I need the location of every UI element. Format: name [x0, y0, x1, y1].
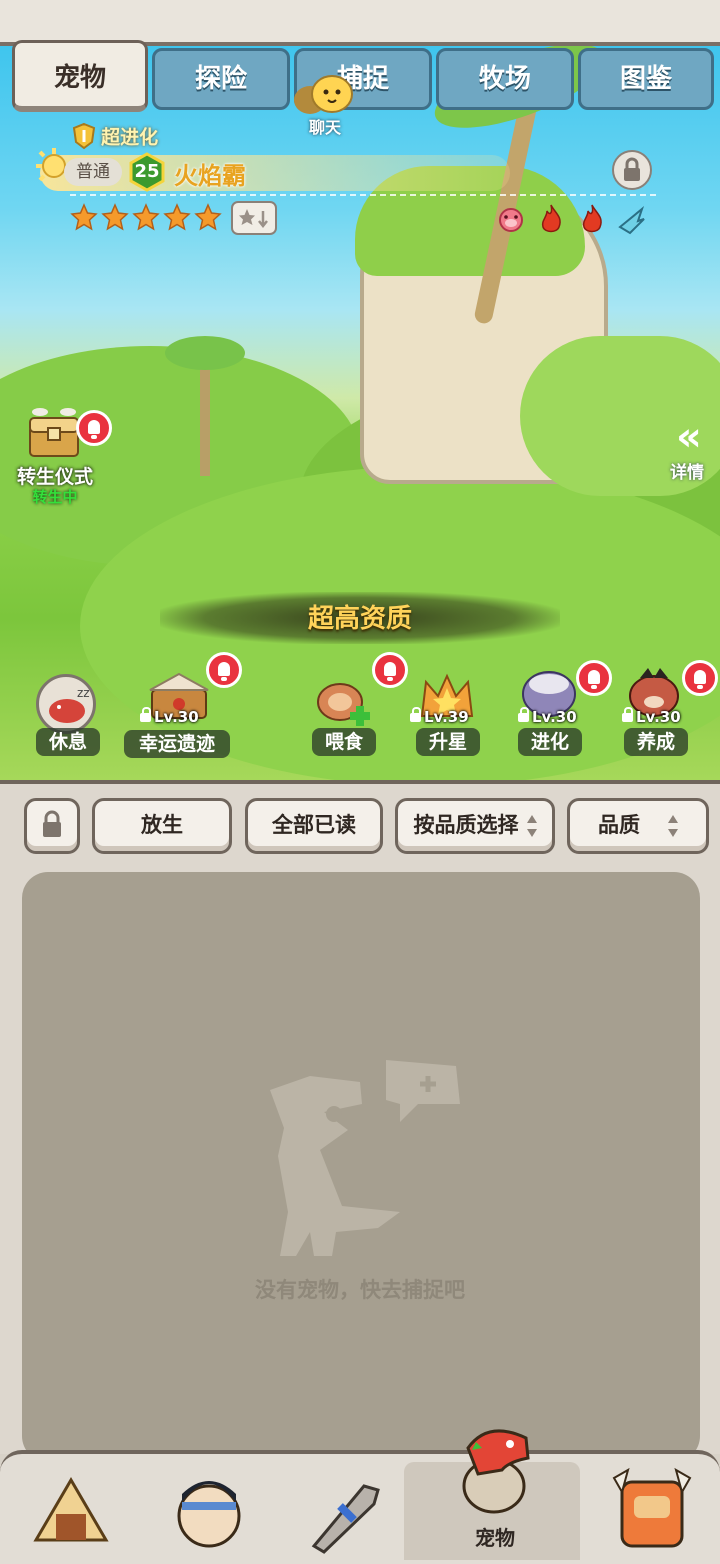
stone-sword-icon	[311, 1484, 380, 1554]
evolve-button[interactable]: Lv.30 进化	[512, 660, 620, 760]
fire-icon	[578, 203, 606, 235]
lock-icon	[624, 157, 640, 181]
shield-icon	[72, 122, 96, 150]
double-chevron-left-icon: «	[676, 414, 702, 460]
rarity-tag: 普通	[64, 158, 122, 186]
star-icon	[163, 203, 191, 231]
star-down-icon	[239, 209, 268, 229]
wind-wing-icon	[616, 205, 646, 235]
star-icon	[194, 203, 222, 231]
level-hexagon: 25	[127, 152, 167, 192]
mark-all-read-button[interactable]: 全部已读	[245, 798, 383, 854]
nav-totem[interactable]	[580, 1456, 720, 1560]
pig-face-icon	[496, 205, 526, 235]
tab-explore[interactable]: 探险	[152, 48, 290, 110]
chat-label: 聊天	[308, 118, 341, 137]
rest-button[interactable]: zz 休息	[34, 672, 104, 758]
hut-icon	[33, 1477, 109, 1542]
details-button[interactable]: « 详情	[668, 414, 716, 484]
feed-button[interactable]: 喂食	[308, 650, 418, 760]
sleeping-pet-icon: zz	[36, 674, 96, 734]
tab-ranch[interactable]: 牧场	[436, 48, 574, 110]
lucky-ruins-button[interactable]: Lv.30 幸运遗迹	[122, 650, 242, 760]
star-icon	[132, 203, 160, 231]
cultivate-button[interactable]: Lv.30 养成	[616, 660, 720, 760]
pet-name: 火焰霸	[174, 162, 246, 190]
divider	[70, 194, 656, 196]
tab-encyclopedia[interactable]: 图鉴	[578, 48, 714, 110]
nav-pet[interactable]: 宠物	[420, 1418, 560, 1560]
nav-character[interactable]	[140, 1456, 280, 1560]
quality-sort-dropdown[interactable]: 品质	[567, 798, 709, 854]
select-by-quality-dropdown[interactable]: 按品质选择	[395, 798, 555, 854]
tab-pet[interactable]: 宠物	[12, 40, 148, 112]
red-dinosaur-icon	[462, 1429, 530, 1514]
star-up-button[interactable]: Lv.39 升星	[406, 670, 496, 760]
nav-tribe[interactable]	[0, 1456, 140, 1560]
sort-arrows-icon	[668, 815, 678, 837]
quality-banner: 超高资质	[307, 604, 412, 634]
totem-icon	[612, 1467, 692, 1548]
notification-bell-icon	[372, 652, 408, 688]
star-icon	[101, 203, 129, 231]
nav-weapons[interactable]	[280, 1456, 420, 1560]
star-sort-button[interactable]	[231, 201, 277, 235]
rebirth-ritual-button[interactable]: 转生仪式 转生中	[14, 404, 112, 506]
empty-state-message: 没有宠物，快去捕捉吧	[255, 1278, 465, 1302]
lock-button[interactable]	[612, 150, 652, 190]
meat-icon	[317, 683, 370, 726]
lock-icon	[43, 810, 61, 837]
star-icon	[70, 203, 98, 231]
chat-button[interactable]: 聊天	[288, 72, 360, 137]
caveman-face-icon	[177, 1481, 241, 1548]
star-rating	[70, 203, 226, 233]
evolution-badge: 超进化	[72, 122, 158, 150]
fire-icon	[537, 203, 565, 235]
notification-bell-icon	[76, 410, 112, 446]
notification-bell-icon	[576, 660, 612, 696]
release-button[interactable]: 放生	[92, 798, 232, 854]
notification-bell-icon	[206, 652, 242, 688]
empty-dinosaur-icon	[270, 1060, 460, 1256]
svg-text:zz: zz	[77, 686, 90, 700]
sort-arrows-icon	[526, 815, 537, 837]
lock-filter-button[interactable]	[24, 798, 80, 854]
notification-bell-icon	[682, 660, 718, 696]
